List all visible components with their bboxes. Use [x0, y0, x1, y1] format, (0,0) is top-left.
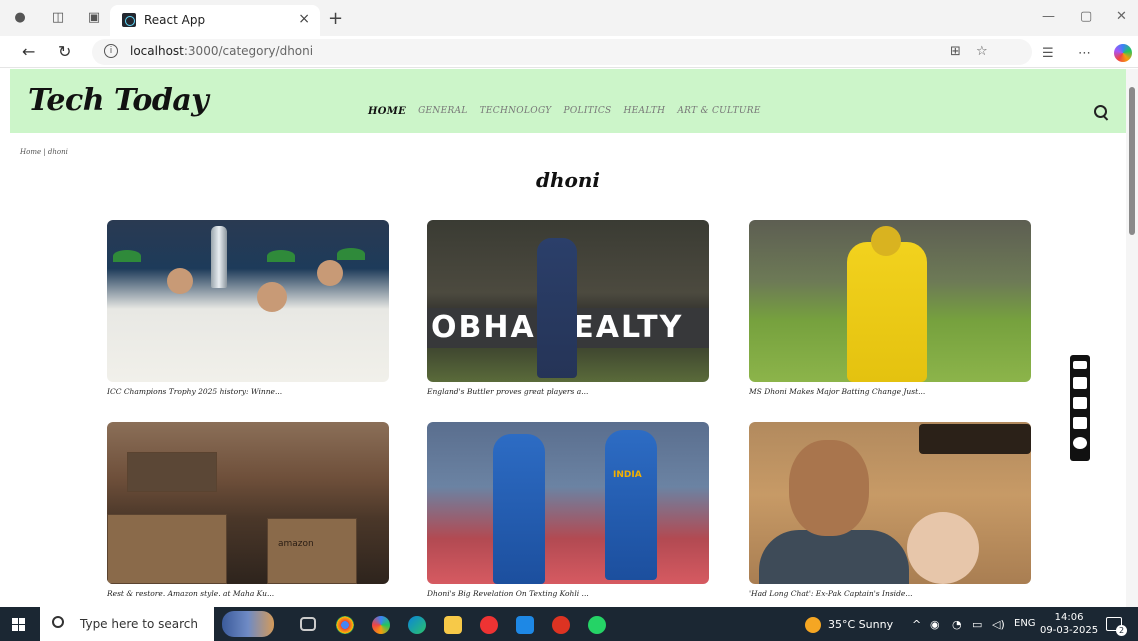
clock[interactable]: 14:06 09-03-2025	[1040, 611, 1098, 637]
web-page: Tech Today HOME GENERAL TECHNOLOGY POLIT…	[10, 69, 1126, 607]
close-window-icon[interactable]: ✕	[1116, 9, 1127, 24]
minimize-icon[interactable]: —	[1042, 9, 1055, 24]
breadcrumb[interactable]: Home | dhoni	[20, 148, 68, 156]
scrollbar-thumb[interactable]	[1129, 87, 1135, 235]
site-logo[interactable]: Tech Today	[28, 83, 209, 118]
news-card[interactable]: amazon Rest & restore. Amazon style. at …	[107, 422, 389, 598]
news-card[interactable]: INDIA Dhoni's Big Revelation On Texting …	[427, 422, 709, 598]
page-scrollbar[interactable]	[1126, 69, 1138, 607]
tab-title: React App	[144, 13, 206, 27]
news-card-image[interactable]: INDIA	[427, 422, 709, 584]
notification-icon[interactable]: 2	[1106, 617, 1127, 636]
box-label: amazon	[278, 539, 314, 549]
news-card-image[interactable]	[749, 422, 1031, 584]
windows-start-icon[interactable]	[12, 618, 25, 631]
news-card-image[interactable]	[749, 220, 1031, 382]
news-card-caption[interactable]: ICC Champions Trophy 2025 history: Winne…	[107, 387, 389, 396]
taskbar: Type here to search 35°C Sunny ^ ◉ ◔ ▭ ◁…	[0, 607, 1138, 641]
nav-home[interactable]: HOME	[368, 106, 406, 117]
browser-titlebar: ● ◫ ▣ React App × + — ▢ ✕	[0, 0, 1138, 36]
favorite-star-icon[interactable]: ☆	[976, 44, 988, 59]
tab-actions-icon[interactable]: ▣	[86, 10, 102, 26]
video-icon[interactable]	[1073, 397, 1087, 409]
nav-general[interactable]: GENERAL	[418, 106, 468, 117]
opera-icon[interactable]	[480, 616, 498, 634]
camera-icon[interactable]	[1073, 377, 1087, 389]
url-host: localhost	[130, 44, 184, 58]
nav-health[interactable]: HEALTH	[624, 106, 666, 117]
battery-icon[interactable]: ▭	[972, 618, 982, 631]
site-info-icon[interactable]: i	[104, 44, 118, 58]
search-icon[interactable]	[1094, 105, 1108, 119]
copilot-icon[interactable]	[1114, 44, 1132, 62]
news-card-caption[interactable]: MS Dhoni Makes Major Batting Change Just…	[749, 387, 1031, 396]
chrome-icon[interactable]	[336, 616, 354, 634]
back-icon[interactable]: ←	[22, 42, 35, 61]
language-indicator[interactable]: ENG	[1014, 618, 1036, 629]
jersey-text: INDIA	[613, 470, 642, 480]
news-card-image[interactable]: amazon	[107, 422, 389, 584]
weather-sun-icon[interactable]	[805, 617, 821, 633]
site-header: Tech Today HOME GENERAL TECHNOLOGY POLIT…	[10, 69, 1126, 133]
news-card-caption[interactable]: Rest & restore. Amazon style. at Maha Ku…	[107, 589, 389, 598]
reload-icon[interactable]: ↻	[58, 42, 71, 61]
news-card[interactable]: MS Dhoni Makes Major Batting Change Just…	[749, 220, 1031, 396]
url-text[interactable]: localhost:3000/category/dhoni	[130, 44, 313, 58]
favorites-icon[interactable]: ☰	[1042, 46, 1054, 61]
tab-close-icon[interactable]: ×	[298, 11, 310, 27]
network-icon[interactable]: ◉	[930, 618, 940, 631]
browser-tab[interactable]: React App ×	[110, 5, 320, 36]
notification-count: 2	[1116, 625, 1127, 636]
workspaces-icon[interactable]: ◫	[50, 10, 66, 26]
react-favicon-icon	[122, 13, 136, 27]
weather-text[interactable]: 35°C Sunny	[828, 618, 893, 631]
search-icon	[52, 616, 64, 628]
nav-art-culture[interactable]: ART & CULTURE	[677, 106, 760, 117]
clock-date: 09-03-2025	[1040, 625, 1099, 636]
news-card[interactable]: 'Had Long Chat': Ex-Pak Captain's Inside…	[749, 422, 1031, 598]
volume-icon[interactable]: ◁)	[992, 618, 1005, 631]
tray-chevron-icon[interactable]: ^	[912, 618, 921, 631]
news-card[interactable]: OBHA REALTY England's Buttler proves gre…	[427, 220, 709, 396]
nav-technology[interactable]: TECHNOLOGY	[480, 106, 552, 117]
news-card[interactable]: ICC Champions Trophy 2025 history: Winne…	[107, 220, 389, 396]
vscode-icon[interactable]	[516, 616, 534, 634]
nav-politics[interactable]: POLITICS	[564, 106, 612, 117]
search-highlight-image[interactable]	[222, 611, 274, 637]
news-card-caption[interactable]: 'Had Long Chat': Ex-Pak Captain's Inside…	[749, 589, 1031, 598]
address-bar: ← ↻ i localhost:3000/category/dhoni ⊞ ☆ …	[0, 36, 1138, 68]
restore-icon[interactable]: ▢	[1080, 9, 1092, 24]
news-card-image[interactable]: OBHA REALTY	[427, 220, 709, 382]
record-icon[interactable]	[552, 616, 570, 634]
screen-copy-icon[interactable]	[1073, 417, 1087, 429]
edge-icon[interactable]	[408, 616, 426, 634]
url-path: :3000/category/dhoni	[183, 44, 314, 58]
news-card-caption[interactable]: England's Buttler proves great players a…	[427, 387, 709, 396]
main-nav: HOME GENERAL TECHNOLOGY POLITICS HEALTH …	[368, 106, 761, 117]
task-view-icon[interactable]	[300, 617, 316, 631]
file-explorer-icon[interactable]	[444, 616, 462, 634]
floating-toolbar	[1070, 355, 1090, 461]
wifi-icon[interactable]: ◔	[952, 618, 962, 631]
more-menu-icon[interactable]: ⋯	[1078, 46, 1091, 61]
taskbar-search-input[interactable]: Type here to search	[40, 607, 214, 641]
copilot-taskbar-icon[interactable]	[372, 616, 390, 634]
profile-icon[interactable]: ●	[12, 10, 28, 26]
taskbar-search-placeholder: Type here to search	[80, 617, 198, 631]
news-card-image[interactable]	[107, 220, 389, 382]
news-card-caption[interactable]: Dhoni's Big Revelation On Texting Kohli …	[427, 589, 709, 598]
new-tab-button[interactable]: +	[328, 8, 343, 29]
extension-icon[interactable]	[1073, 361, 1087, 369]
url-field[interactable]: i localhost:3000/category/dhoni ⊞ ☆	[92, 39, 1032, 65]
whatsapp-icon[interactable]	[588, 616, 606, 634]
immersive-reader-icon[interactable]: ⊞	[950, 44, 961, 59]
page-title: dhoni	[535, 168, 600, 192]
settings-gear-icon[interactable]	[1073, 437, 1087, 449]
clock-time: 14:06	[1054, 612, 1084, 623]
